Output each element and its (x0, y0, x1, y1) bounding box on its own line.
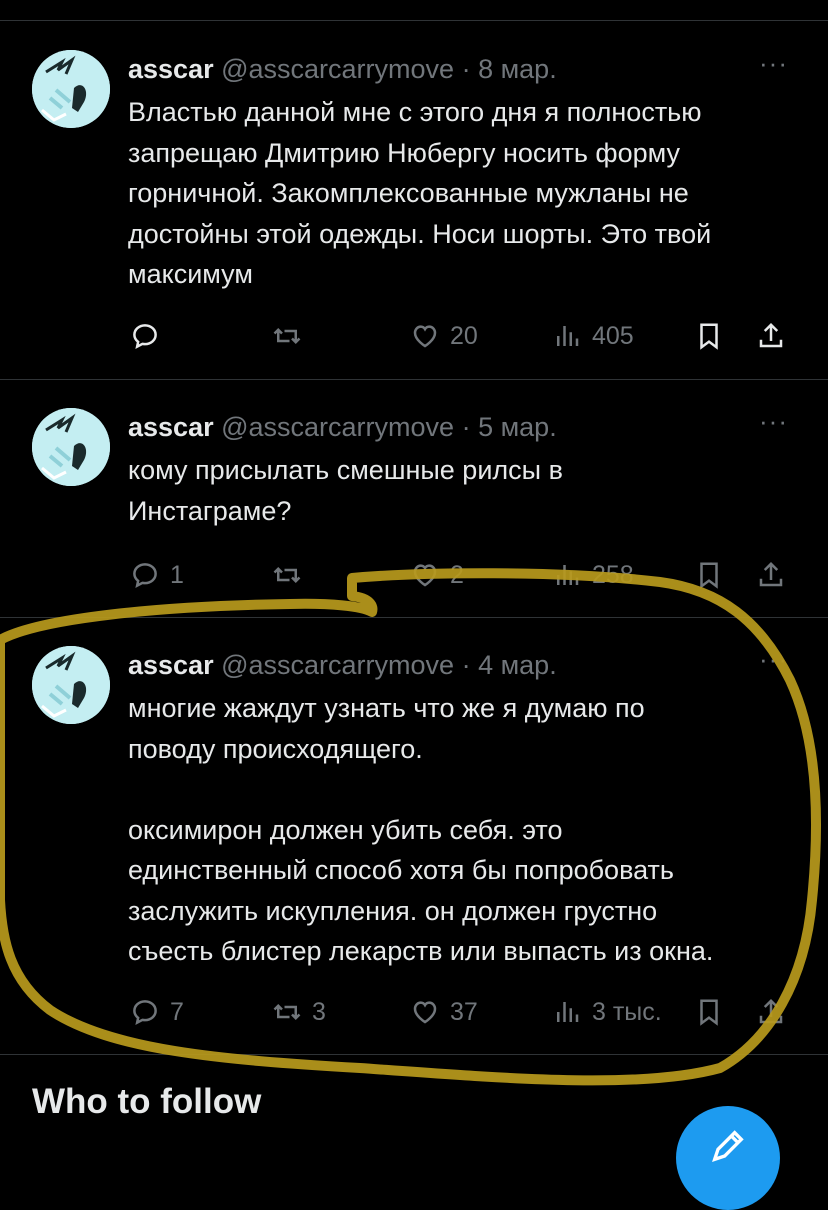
bookmark-button[interactable] (694, 316, 724, 356)
like-button[interactable]: 20 (410, 316, 478, 356)
view-count: 3 тыс. (592, 997, 662, 1026)
bookmark-icon (700, 562, 718, 589)
bookmark-button[interactable] (694, 555, 724, 595)
tweet-actions: 20 405 (0, 316, 828, 356)
separator: · (454, 54, 479, 84)
divider-1 (0, 379, 828, 380)
who-to-follow-heading: Who to follow (32, 1082, 262, 1121)
share-icon (759, 998, 783, 1024)
reply-button[interactable]: 1 (130, 555, 184, 595)
reply-icon (133, 563, 157, 588)
avatar[interactable] (32, 646, 110, 724)
bookmark-button[interactable] (694, 992, 724, 1032)
retweet-icon (273, 566, 301, 584)
share-icon (759, 561, 783, 587)
reply-count: 7 (170, 997, 184, 1026)
tweet-text: Властью данной мне с этого дня я полност… (128, 97, 712, 289)
author-handle[interactable]: @asscarcarrymove (221, 54, 454, 84)
retweet-button[interactable] (272, 555, 312, 595)
more-options-button[interactable]: ··· (759, 644, 788, 675)
like-count: 37 (450, 997, 478, 1026)
separator: · (454, 412, 479, 442)
avatar[interactable] (32, 408, 110, 486)
views-icon (557, 565, 579, 585)
tweet-header: asscar @asscarcarrymove · 4 мар. (128, 648, 557, 682)
views-button[interactable]: 258 (552, 555, 634, 595)
tweet-date[interactable]: 4 мар. (478, 650, 557, 680)
like-count: 2 (450, 560, 464, 589)
reply-button[interactable] (130, 316, 170, 356)
divider-3 (0, 1054, 828, 1055)
author-name[interactable]: asscar (128, 650, 214, 680)
avatar[interactable] (32, 50, 110, 128)
divider-top (0, 20, 828, 21)
reply-button[interactable]: 7 (130, 992, 184, 1032)
bookmark-icon (700, 323, 718, 350)
tweet-date[interactable]: 8 мар. (478, 54, 557, 84)
compose-button[interactable] (676, 1106, 780, 1210)
share-button[interactable] (756, 555, 786, 595)
tweet-actions: 1 2 258 (0, 555, 828, 595)
author-handle[interactable]: @asscarcarrymove (221, 650, 454, 680)
author-handle[interactable]: @asscarcarrymove (221, 412, 454, 442)
more-options-button[interactable]: ··· (759, 406, 788, 437)
share-button[interactable] (756, 316, 786, 356)
tweet-header: asscar @asscarcarrymove · 5 мар. (128, 410, 557, 444)
like-button[interactable]: 2 (410, 555, 464, 595)
tweet-text: многие жаждут узнать что же я думаю по п… (128, 693, 714, 966)
reply-count: 1 (170, 560, 184, 589)
more-options-button[interactable]: ··· (759, 48, 788, 79)
heart-icon (413, 564, 437, 587)
view-count: 405 (592, 321, 634, 350)
bookmark-icon (700, 999, 718, 1026)
retweet-button[interactable] (272, 316, 312, 356)
tweet-date[interactable]: 5 мар. (478, 412, 557, 442)
reply-icon (133, 1000, 157, 1025)
share-icon (759, 322, 783, 348)
retweet-count: 3 (312, 997, 326, 1026)
view-count: 258 (592, 560, 634, 589)
heart-icon (413, 1001, 437, 1024)
like-button[interactable]: 37 (410, 992, 478, 1032)
divider-2 (0, 617, 828, 618)
tweet-text: кому присылать смешные рилсы в Инстаграм… (128, 455, 563, 526)
author-name[interactable]: asscar (128, 412, 214, 442)
views-button[interactable]: 3 тыс. (552, 992, 662, 1032)
tweet-header: asscar @asscarcarrymove · 8 мар. (128, 52, 557, 86)
share-button[interactable] (756, 992, 786, 1032)
retweet-icon (273, 327, 301, 345)
retweet-icon (273, 1003, 301, 1021)
retweet-button[interactable]: 3 (272, 992, 326, 1032)
separator: · (454, 650, 479, 680)
compose-icon (712, 1130, 744, 1162)
like-count: 20 (450, 321, 478, 350)
views-icon (557, 326, 579, 346)
heart-icon (413, 325, 437, 348)
author-name[interactable]: asscar (128, 54, 214, 84)
tweet-actions: 7 3 37 3 тыс. (0, 992, 828, 1032)
views-icon (557, 1002, 579, 1022)
reply-icon (133, 324, 157, 349)
views-button[interactable]: 405 (552, 316, 634, 356)
